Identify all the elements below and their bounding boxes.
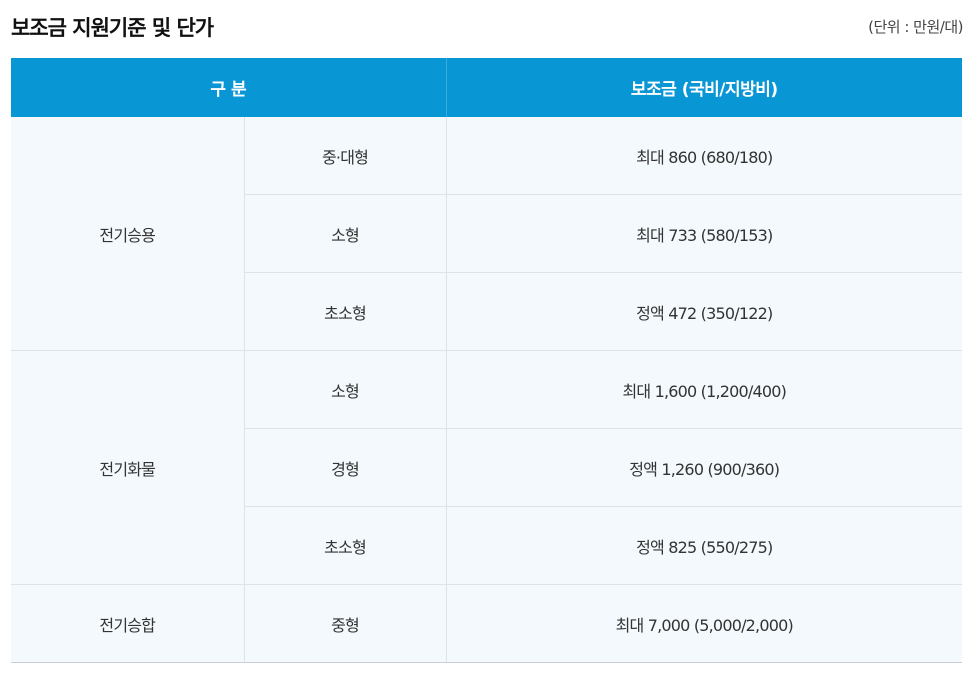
vehicle-size-cell: 초소형 <box>244 272 447 351</box>
table-row: 전기승합 중형 최대 7,000 (5,000/2,000) <box>11 584 963 663</box>
vehicle-size-cell: 경형 <box>244 428 447 507</box>
subsidy-amount-cell: 정액 825 (550/275) <box>446 506 963 585</box>
subsidy-amount-cell: 정액 472 (350/122) <box>446 272 963 351</box>
subsidy-amount-cell: 정액 1,260 (900/360) <box>446 428 963 507</box>
unit-note: (단위 : 만원/대) <box>868 18 963 36</box>
subsidy-amount-cell: 최대 860 (680/180) <box>446 117 963 195</box>
page-title: 보조금 지원기준 및 단가 <box>11 16 214 40</box>
table-row: 전기승용 중·대형 최대 860 (680/180) <box>11 117 963 351</box>
header-subsidy: 보조금 (국비/지방비) <box>446 58 963 117</box>
table-header-row: 구 분 보조금 (국비/지방비) <box>11 58 963 117</box>
vehicle-size-cell: 중형 <box>244 584 447 663</box>
vehicle-size-cell: 소형 <box>244 350 447 429</box>
subsidy-amount-cell: 최대 1,600 (1,200/400) <box>446 350 963 429</box>
vehicle-size-cell: 초소형 <box>244 506 447 585</box>
subsidy-amount-cell: 최대 7,000 (5,000/2,000) <box>446 584 963 663</box>
vehicle-category-cell: 전기화물 <box>11 350 245 585</box>
table-row: 전기화물 소형 최대 1,600 (1,200/400) <box>11 350 963 585</box>
vehicle-category-cell: 전기승용 <box>11 117 245 351</box>
vehicle-size-cell: 중·대형 <box>244 117 447 195</box>
subsidy-amount-cell: 최대 733 (580/153) <box>446 194 963 273</box>
header-category: 구 분 <box>11 58 447 117</box>
vehicle-category-cell: 전기승합 <box>11 584 245 663</box>
vehicle-size-cell: 소형 <box>244 194 447 273</box>
subsidy-table: 구 분 보조금 (국비/지방비) 전기승용 중·대형 최대 860 (680/1… <box>11 58 963 663</box>
